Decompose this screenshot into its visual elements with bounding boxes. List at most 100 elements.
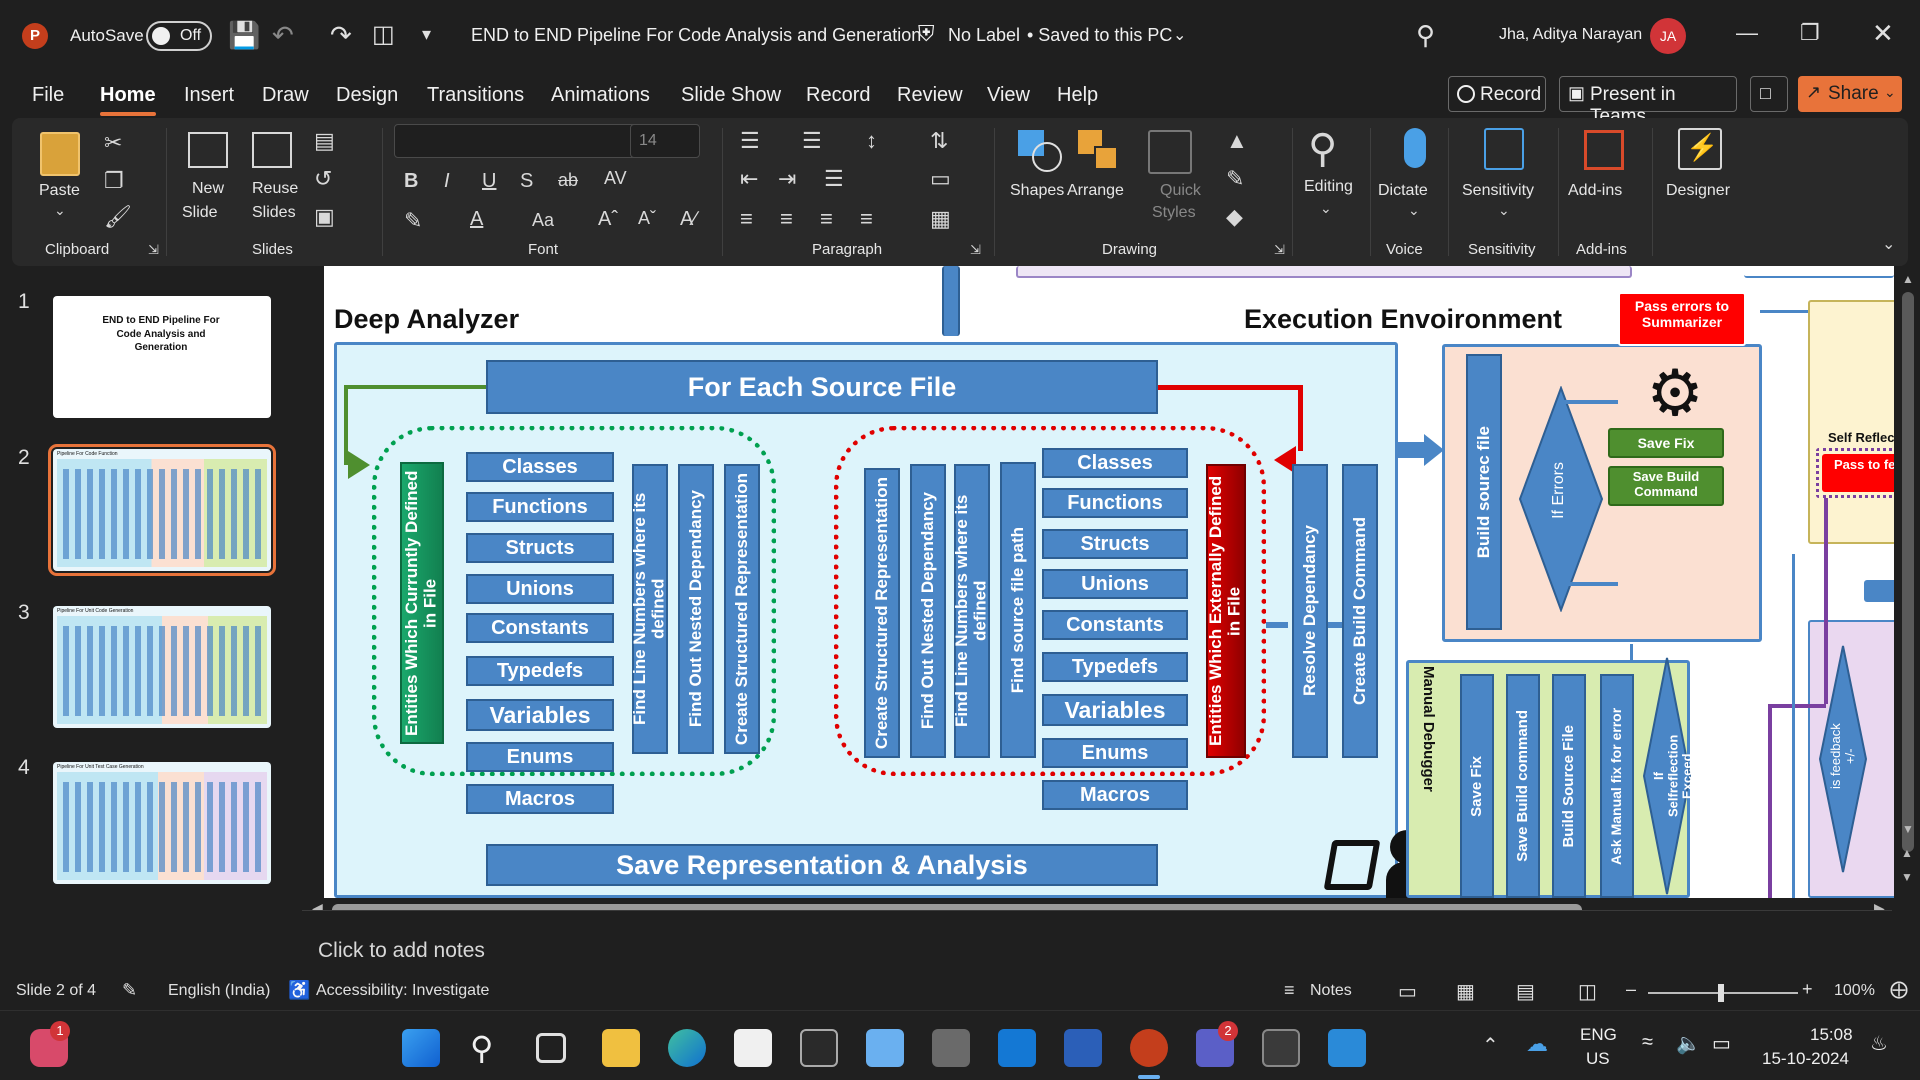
start-icon[interactable] [402, 1029, 440, 1067]
notes-pane[interactable]: Click to add notes [302, 910, 1892, 974]
previous-slide-icon[interactable]: ▲ [1901, 846, 1913, 860]
align-text-icon[interactable]: ▭ [930, 166, 951, 192]
customize-chevron-icon[interactable]: ▾ [422, 24, 431, 45]
user-name[interactable]: Jha, Aditya Narayan [1499, 26, 1642, 44]
tab-slide-show[interactable]: Slide Show [681, 84, 781, 107]
tab-file[interactable]: File [32, 84, 64, 107]
notes-toggle[interactable]: Notes [1310, 982, 1352, 1000]
slide-thumbnail-1[interactable]: END to END Pipeline For Code Analysis an… [53, 296, 271, 418]
reading-view-icon[interactable]: ▤ [1516, 979, 1535, 1004]
new-slide-label-2[interactable]: Slide [182, 204, 218, 222]
editing-button[interactable]: Editing [1304, 178, 1353, 196]
decrease-font-icon[interactable]: Aˇ [638, 208, 656, 229]
align-right-icon[interactable]: ≡ [820, 206, 833, 232]
notes-placeholder[interactable]: Click to add notes [318, 939, 485, 963]
dictate-chevron-icon[interactable]: ⌄ [1408, 202, 1420, 219]
align-center-icon[interactable]: ≡ [780, 206, 793, 232]
tab-record[interactable]: Record [806, 84, 870, 107]
shape-fill-icon[interactable]: ▲ [1226, 128, 1248, 154]
language-line-1[interactable]: ENG [1580, 1025, 1617, 1045]
tab-home[interactable]: Home [100, 84, 156, 107]
align-left-icon[interactable]: ≡ [740, 206, 753, 232]
scroll-thumb[interactable] [1902, 292, 1914, 852]
present-in-teams-button[interactable]: ▣ Present in Teams [1559, 76, 1737, 127]
paragraph-launcher-icon[interactable]: ⇲ [970, 242, 981, 258]
terminal-icon[interactable] [800, 1029, 838, 1067]
present-icon[interactable]: ◫ [372, 20, 395, 49]
zoom-slider[interactable] [1648, 984, 1798, 1002]
close-icon[interactable]: ✕ [1872, 18, 1894, 49]
zoom-slider-thumb[interactable] [1718, 984, 1724, 1002]
volume-icon[interactable]: 🔈 [1676, 1031, 1701, 1056]
zoom-in-icon[interactable]: + [1802, 979, 1813, 1000]
avatar[interactable]: JA [1650, 18, 1686, 54]
shape-effects-icon[interactable]: ◆ [1226, 204, 1243, 230]
increase-font-icon[interactable]: Aˆ [598, 208, 618, 231]
line-spacing-icon[interactable]: ↕ [866, 128, 877, 154]
numbering-icon[interactable]: ☰ [802, 128, 822, 154]
quick-styles-label-1[interactable]: Quick [1160, 182, 1201, 200]
slideshow-view-icon[interactable]: ◫ [1578, 979, 1597, 1004]
search-icon[interactable]: ⚲ [470, 1029, 508, 1067]
vscode-icon[interactable] [1328, 1029, 1366, 1067]
quick-styles-icon[interactable] [1148, 130, 1192, 174]
autosave-toggle[interactable]: Off [146, 21, 212, 51]
spellcheck-icon[interactable]: ✎ [122, 980, 137, 1001]
tray-chevron-icon[interactable]: ⌃ [1482, 1033, 1499, 1058]
outlook-icon[interactable] [998, 1029, 1036, 1067]
slide-thumbnail-2[interactable]: Pipeline For Code Function [48, 444, 276, 576]
store-icon[interactable] [734, 1029, 772, 1067]
copy-icon[interactable]: ❐ [104, 168, 124, 194]
word-icon[interactable] [1064, 1029, 1102, 1067]
paste-icon[interactable] [40, 132, 80, 176]
section-icon[interactable]: ▣ [314, 204, 335, 230]
highlight-icon[interactable]: ✎ [404, 208, 422, 234]
wifi-icon[interactable]: ≈ [1642, 1031, 1653, 1054]
tab-animations[interactable]: Animations [551, 84, 650, 107]
edge-icon[interactable] [668, 1029, 706, 1067]
sensitivity-button[interactable]: Sensitivity [1462, 182, 1534, 200]
font-color-icon[interactable]: A [470, 208, 483, 231]
file-explorer-icon[interactable] [602, 1029, 640, 1067]
console-icon[interactable] [1262, 1029, 1300, 1067]
sensitivity-chevron-icon[interactable]: ⌄ [1498, 202, 1510, 219]
notes-icon[interactable]: ≡ [1284, 980, 1295, 1001]
calculator-icon[interactable] [932, 1029, 970, 1067]
scroll-up-icon[interactable]: ▲ [1902, 272, 1914, 286]
shapes-icon[interactable] [1018, 130, 1062, 172]
cut-icon[interactable]: ✂ [104, 130, 122, 156]
share-button[interactable]: ↗ Share ⌄ [1798, 76, 1902, 112]
arrange-icon[interactable] [1078, 130, 1120, 172]
clear-formatting-icon[interactable]: A∕ [680, 208, 697, 231]
slide-count[interactable]: Slide 2 of 4 [16, 982, 96, 1000]
document-title[interactable]: END to END Pipeline For Code Analysis an… [471, 25, 921, 46]
microphone-icon[interactable] [1404, 128, 1426, 168]
paste-chevron-icon[interactable]: ⌄ [54, 202, 66, 219]
battery-icon[interactable]: ▭ [1712, 1031, 1731, 1056]
new-slide-label-1[interactable]: New [192, 180, 224, 198]
reuse-slides-icon[interactable] [252, 132, 292, 168]
tab-draw[interactable]: Draw [262, 84, 309, 107]
drawing-launcher-icon[interactable]: ⇲ [1274, 242, 1285, 258]
language-line-2[interactable]: US [1586, 1049, 1610, 1069]
text-direction-icon[interactable]: ⇅ [930, 128, 948, 154]
notification-bell-icon[interactable]: ♨ [1870, 1031, 1888, 1056]
slide-sorter-icon[interactable]: ▦ [1456, 979, 1475, 1004]
underline-icon[interactable]: U [482, 170, 496, 193]
scroll-down-icon[interactable]: ▼ [1902, 822, 1914, 836]
tab-transitions[interactable]: Transitions [427, 84, 524, 107]
shapes-button[interactable]: Shapes [1010, 182, 1064, 200]
normal-view-icon[interactable]: ▭ [1398, 979, 1417, 1004]
character-spacing-icon[interactable]: AV [604, 168, 627, 189]
fit-slide-icon[interactable]: ⨁ [1890, 979, 1908, 1000]
columns-icon[interactable]: ☰ [824, 166, 844, 192]
slide-canvas[interactable]: Deep Analyzer For Each Source File Entit… [324, 266, 1894, 898]
paste-button[interactable]: Paste [39, 182, 80, 200]
font-name-dropdown[interactable] [394, 124, 640, 158]
reset-icon[interactable]: ↺ [314, 166, 332, 192]
smartart-icon[interactable]: ▦ [930, 206, 951, 232]
onedrive-icon[interactable]: ☁ [1526, 1031, 1548, 1057]
reuse-slides-label-1[interactable]: Reuse [252, 180, 298, 198]
addins-button[interactable]: Add-ins [1568, 182, 1622, 200]
vertical-scrollbar[interactable]: ▲ ▼ ▲ ▼ [1896, 266, 1920, 906]
